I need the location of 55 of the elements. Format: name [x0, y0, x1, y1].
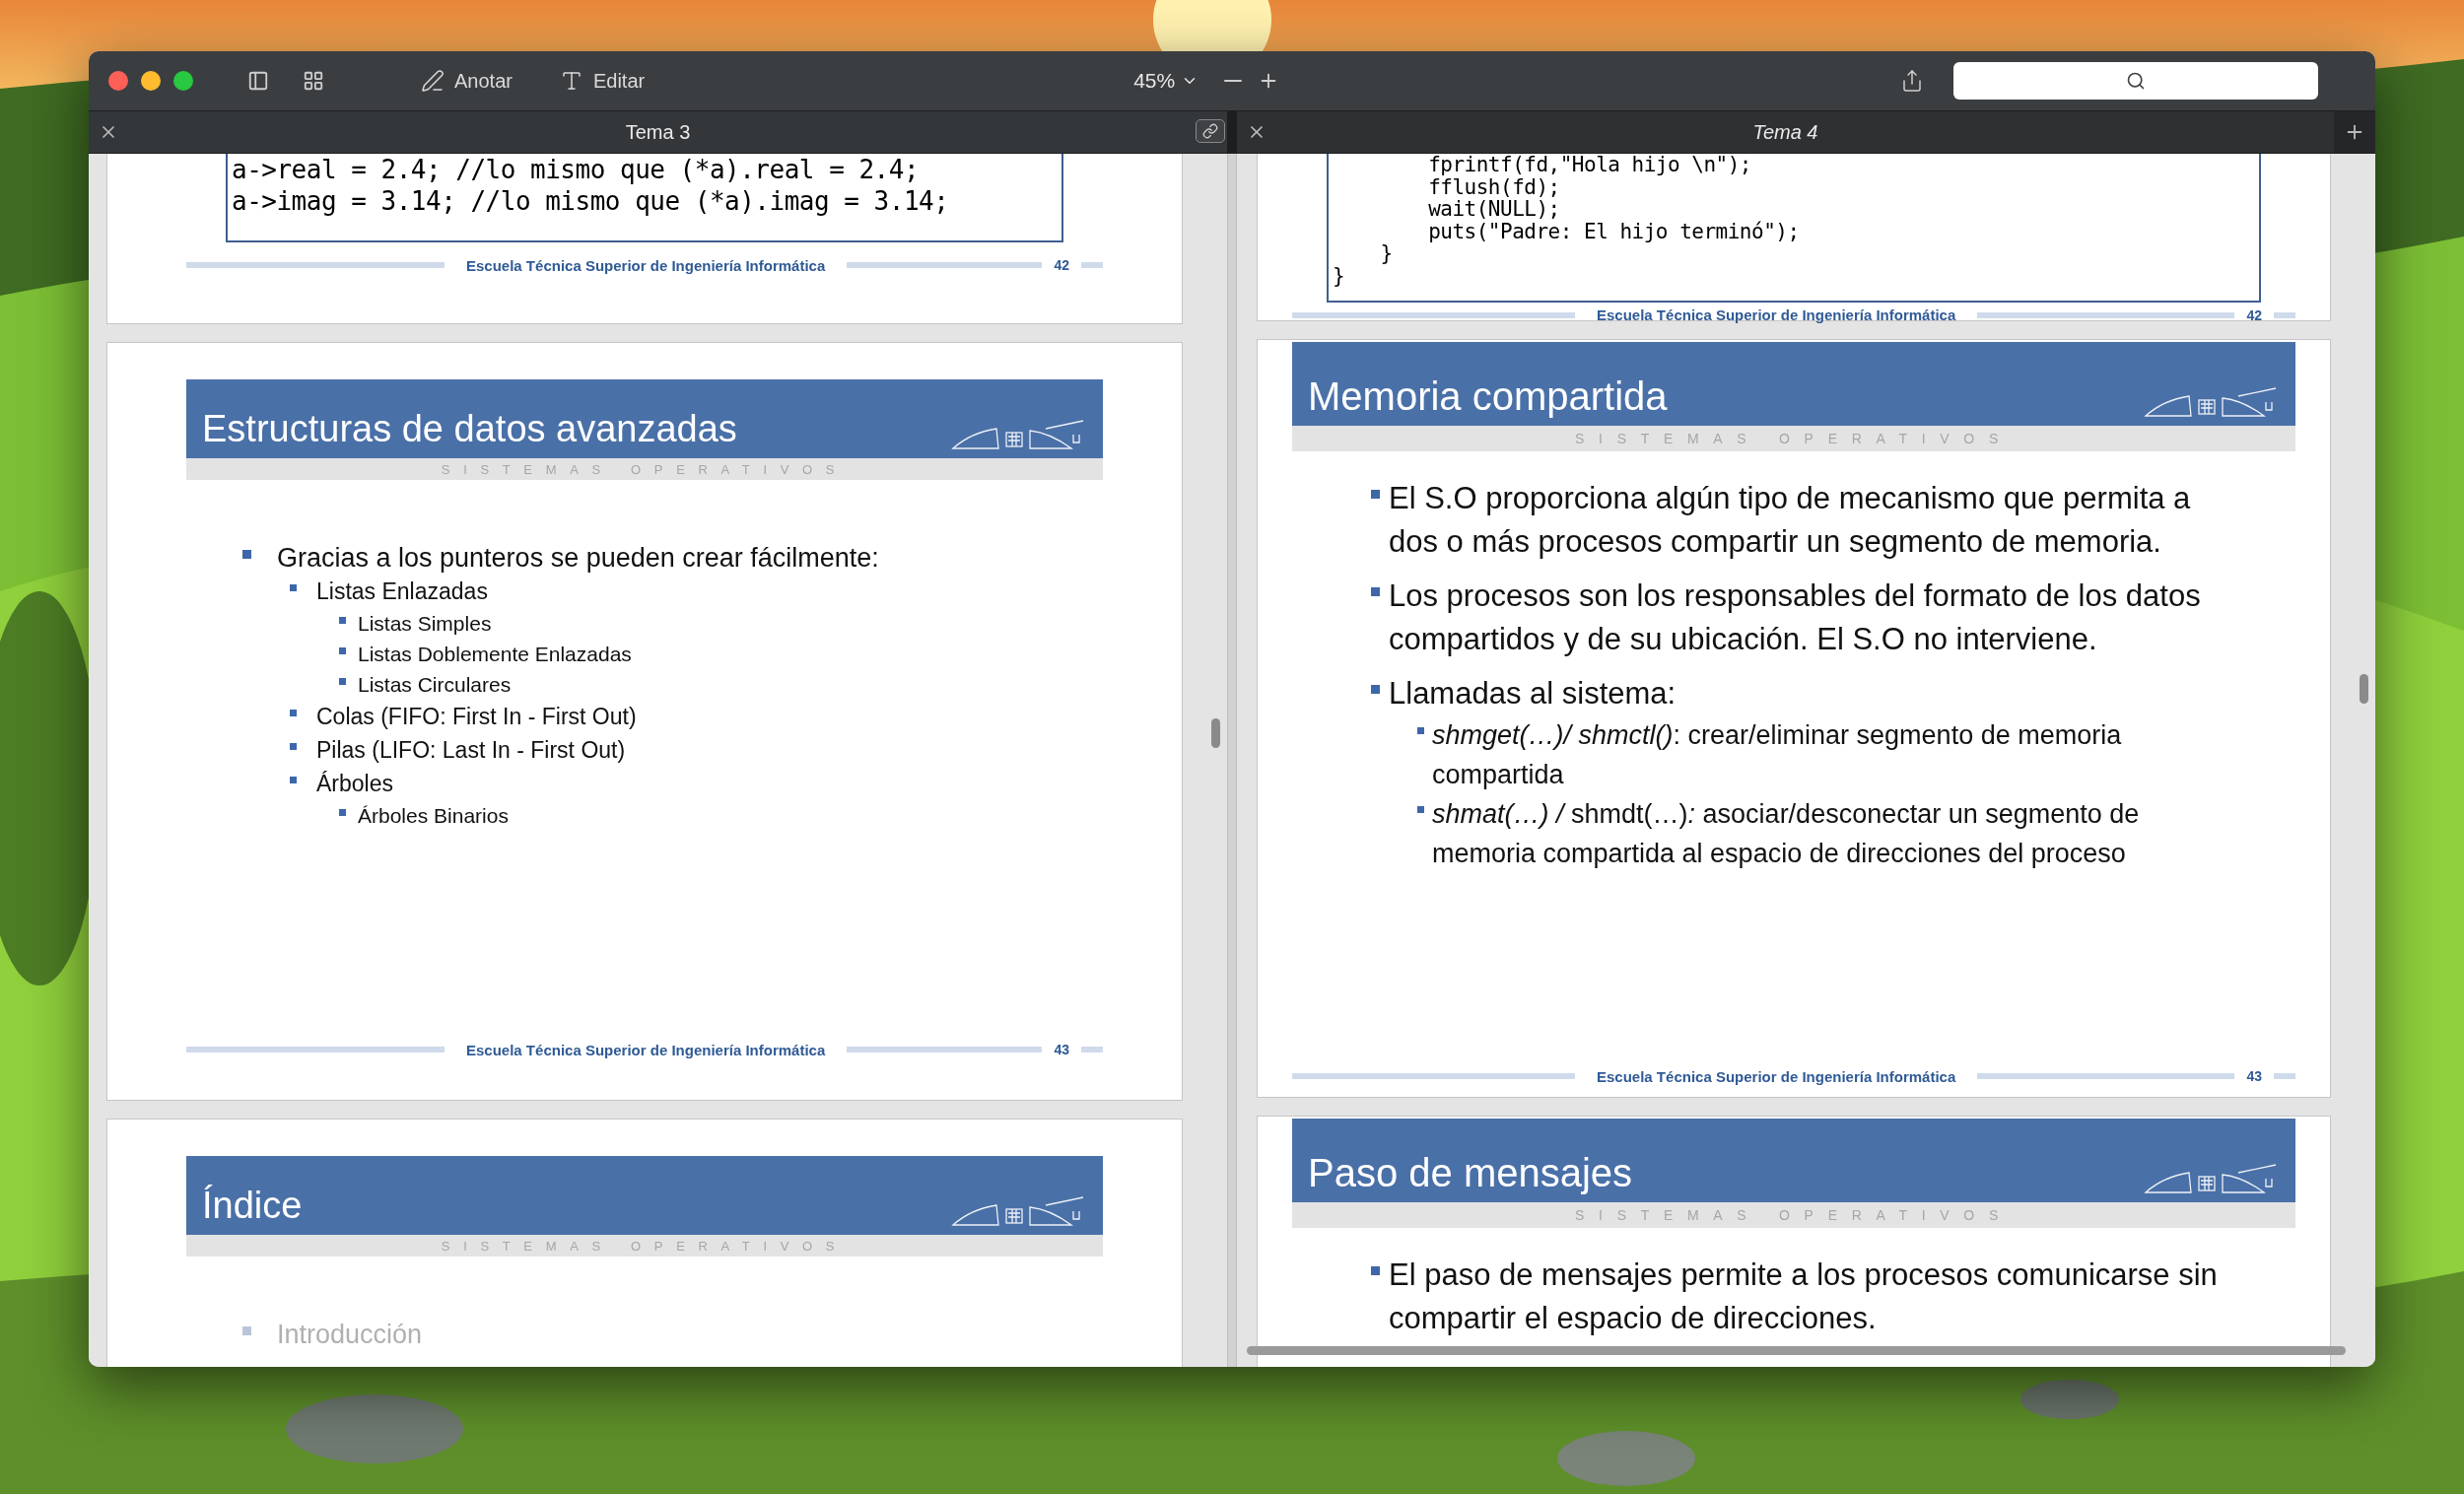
- bullet-text: Árboles: [316, 770, 393, 798]
- slide-title: Paso de mensajes: [1308, 1151, 1633, 1194]
- close-button[interactable]: [108, 71, 128, 91]
- code-line: fprintf(fd,"Hola hijo \n");: [1427, 154, 1752, 176]
- slide-subtitle: SISTEMAS OPERATIVOS: [1575, 1207, 2013, 1223]
- bullet-text: El paso de mensajes permite a los procesos comunicarse sin compartir el espacio de direcciones.: [1389, 1256, 2219, 1337]
- bullet-text: Árboles Binarios: [358, 803, 509, 829]
- slide-subtitle: SISTEMAS OPERATIVOS: [441, 1238, 849, 1254]
- code-line: a->imag = 3.14; //lo mismo que (*a).imag = 3.14;: [232, 185, 950, 217]
- footer-text: Escuela Técnica Superior de Ingeniería Informática: [1597, 306, 1956, 323]
- code-line: }: [1333, 264, 1346, 287]
- slide-title: Memoria compartida: [1308, 374, 1668, 418]
- page-number: 42: [2246, 306, 2262, 323]
- bullet-text: Listas Doblemente Enlazadas: [358, 642, 632, 667]
- zoom-menu[interactable]: 45%: [1131, 67, 1201, 95]
- bullet-text: Los procesos son los responsables del formato de los datos compartidos y de su ubicación. El S.O no interviene.: [1389, 577, 2202, 658]
- slide-subtitle: SISTEMAS OPERATIVOS: [441, 461, 849, 477]
- bullet-text: Listas Enlazadas: [316, 577, 488, 606]
- scroll-thumb[interactable]: [2360, 674, 2368, 704]
- search-field[interactable]: [1953, 62, 2319, 100]
- footer-text: Escuela Técnica Superior de Ingeniería Informática: [466, 256, 826, 274]
- bullet-text: El S.O proporciona algún tipo de mecanismo que permita a dos o más procesos compartir un segmento de memoria.: [1389, 480, 2192, 561]
- new-tab-icon[interactable]: [2334, 111, 2375, 153]
- bullet-text: Introducción: [277, 1319, 423, 1351]
- code-line: fflush(fd);: [1427, 175, 1560, 198]
- page-number: 43: [2246, 1068, 2262, 1084]
- footer-text: Escuela Técnica Superior de Ingeniería Informática: [466, 1041, 826, 1058]
- scroll-thumb[interactable]: [1211, 718, 1220, 748]
- slide-title: Estructuras de datos avanzadas: [202, 409, 737, 450]
- code-line: a->real = 2.4; //lo mismo que (*a).real = 2.4;: [232, 154, 921, 185]
- zoom-button[interactable]: [173, 71, 193, 91]
- code-line: puts("Padre: El hijo terminó");: [1427, 220, 1801, 242]
- edit-button[interactable]: Editar: [555, 65, 650, 97]
- bullet-text: shmat(…) / shmdt(…): asociar/desconectar un segmento de memoria compartida al espacio de direcciones del proceso: [1432, 798, 2141, 870]
- minus-icon: [1224, 80, 1243, 82]
- annotate-button[interactable]: Anotar: [417, 65, 516, 97]
- pen-icon: [421, 69, 445, 93]
- search-icon: [2126, 71, 2147, 91]
- horizontal-scrollbar[interactable]: [1247, 1346, 2346, 1355]
- bullet-text: Pilas (LIFO: Last In - First Out): [316, 736, 626, 765]
- page-number: 43: [1054, 1042, 1069, 1057]
- slide-subtitle: SISTEMAS OPERATIVOS: [1575, 431, 2013, 446]
- document-tab[interactable]: Tema 3: [89, 111, 1227, 153]
- code-line: wait(NULL);: [1427, 198, 1561, 221]
- bullet-text: Listas Simples: [358, 611, 492, 637]
- link-icon[interactable]: [1196, 119, 1225, 143]
- bullet-text: Llamadas al sistema:: [1389, 675, 1677, 713]
- page-number: 42: [1054, 257, 1069, 273]
- slide-title: Índice: [202, 1186, 303, 1227]
- bullet-text: Listas Circulares: [358, 672, 512, 698]
- bullet-text: Colas (FIFO: First In - First Out): [316, 703, 637, 731]
- minimize-button[interactable]: [141, 71, 161, 91]
- code-line: }: [1379, 242, 1394, 265]
- footer-text: Escuela Técnica Superior de Ingeniería Informática: [1597, 1067, 1956, 1085]
- bullet-text: Gracias a los punteros se pueden crear fácilmente:: [277, 542, 879, 575]
